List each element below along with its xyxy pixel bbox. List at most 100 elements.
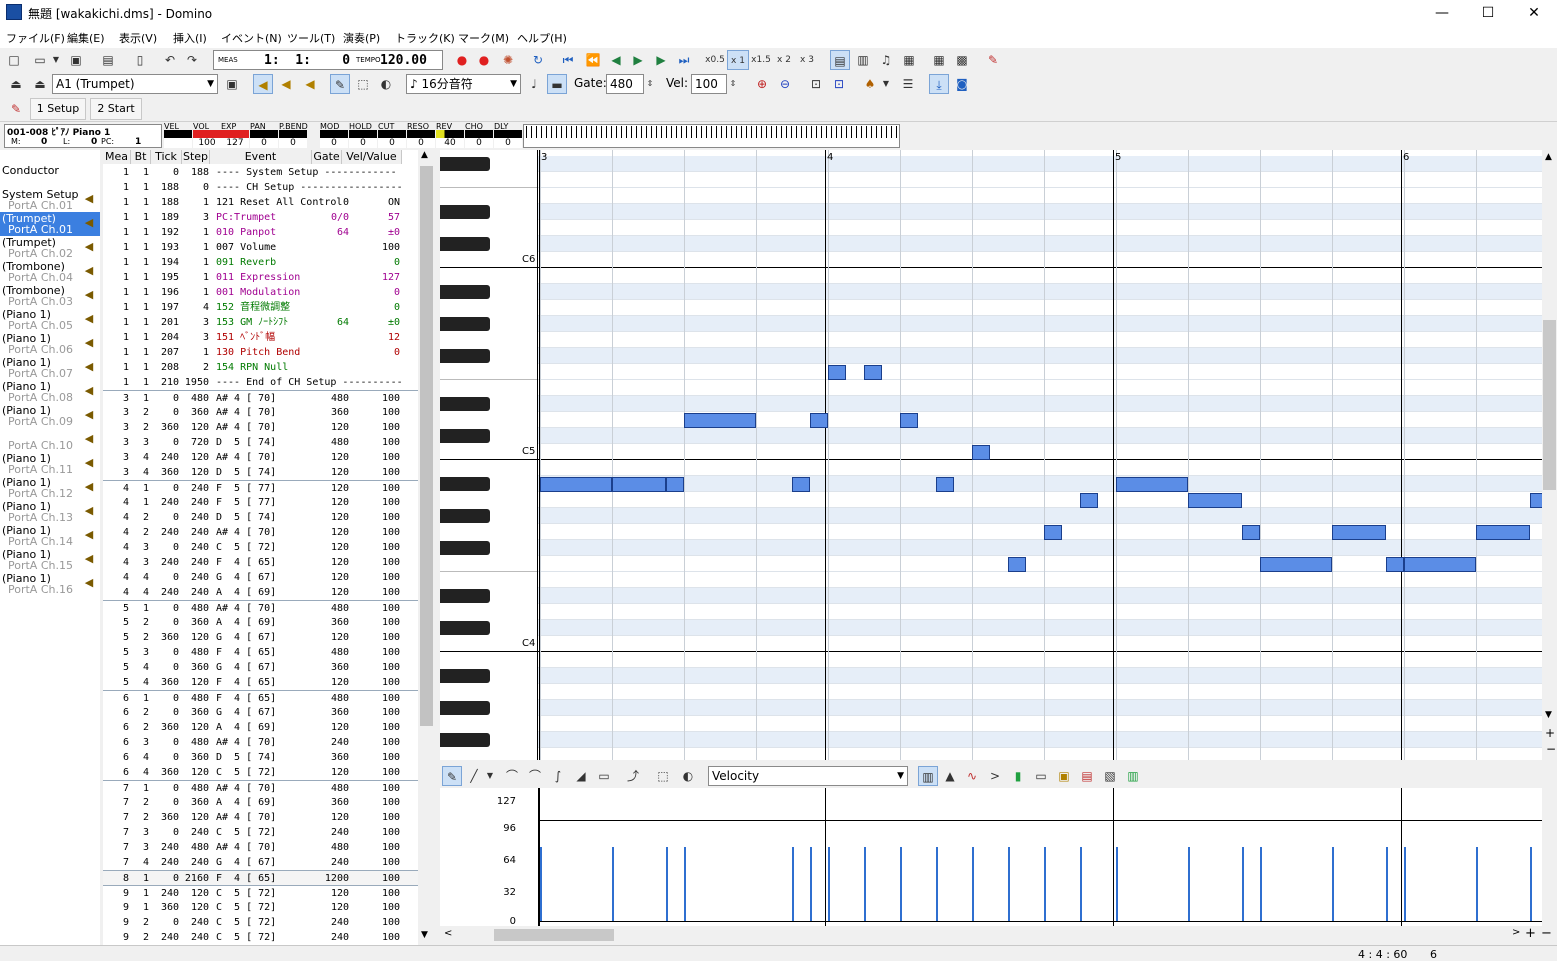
black-key[interactable] <box>440 477 490 491</box>
black-key[interactable] <box>440 429 490 443</box>
track-item[interactable]: (Trumpet) PortA Ch.01 ◀ <box>0 212 100 236</box>
speaker-icon[interactable]: ◀ <box>81 527 97 543</box>
select-rect-icon[interactable]: ⬚ <box>653 766 673 786</box>
black-key[interactable] <box>440 349 490 363</box>
event-row[interactable]: 3 2 360 120 A# 4 [ 70] 120 100 <box>103 420 418 435</box>
speaker-icon[interactable]: ◀ <box>81 479 97 495</box>
line-icon[interactable]: ╱ <box>464 766 484 786</box>
list-view-icon[interactable]: ▤ <box>830 50 850 70</box>
event-column-header[interactable]: Vel/Value <box>342 150 402 164</box>
track-item[interactable]: (Piano 1) PortA Ch.15 ◀ <box>0 548 100 572</box>
note-block[interactable] <box>684 413 756 428</box>
note-block[interactable] <box>1476 525 1530 540</box>
stamp-icon[interactable]: ▲ <box>940 766 960 786</box>
event-column-header[interactable]: Bt <box>131 150 151 164</box>
velocity-bar[interactable] <box>1530 846 1532 921</box>
velocity-bar[interactable] <box>936 846 938 921</box>
limit-icon[interactable]: ▤ <box>1077 766 1097 786</box>
velocity-pane[interactable]: 127 96 64 32 0 <box>440 788 1542 927</box>
event-list-scrollbar[interactable]: ▲ ▼ <box>418 150 435 945</box>
solo-icon[interactable]: ◀ <box>276 74 296 94</box>
event-row[interactable]: 1 1 189 3 PC:Trumpet 0/0 57 <box>103 210 418 225</box>
event-row[interactable]: 6 4 360 120 C 5 [ 72] 120 100 <box>103 765 418 780</box>
menu-insert[interactable]: 挿入(I) <box>173 30 207 46</box>
velocity-bar[interactable] <box>900 846 902 921</box>
note-block[interactable] <box>1332 525 1386 540</box>
event-row[interactable]: 1 1 194 1 091 Reverb 0 <box>103 255 418 270</box>
pencil-icon[interactable]: ✎ <box>442 766 462 786</box>
event-column-header[interactable]: Mea <box>103 150 131 164</box>
event-row[interactable]: 1 1 207 1 130 Pitch Bend 0 <box>103 345 418 360</box>
note-block[interactable] <box>1242 525 1260 540</box>
tab-menu-icon[interactable]: ✎ <box>6 99 26 119</box>
event-row[interactable]: 4 1 240 240 F 5 [ 77] 120 100 <box>103 495 418 510</box>
menu-help[interactable]: ヘルプ(H) <box>517 30 567 46</box>
scroll-thumb[interactable] <box>420 166 433 726</box>
scale-icon[interactable]: ▧ <box>1100 766 1120 786</box>
event-row[interactable]: 5 2 360 120 G 4 [ 67] 120 100 <box>103 630 418 645</box>
window-icon[interactable]: ▦ <box>899 50 919 70</box>
event-row[interactable]: 3 2 0 360 A# 4 [ 70] 360 100 <box>103 405 418 420</box>
velocity-bar[interactable] <box>612 846 614 921</box>
speaker-icon[interactable]: ◀ <box>81 383 97 399</box>
quantize-icon[interactable]: ♠ <box>860 74 880 94</box>
black-key[interactable] <box>440 669 490 683</box>
event-row[interactable]: 6 1 0 480 F 4 [ 65] 480 100 <box>103 690 418 705</box>
velocity-bar[interactable] <box>1242 846 1244 921</box>
control-param-select[interactable]: Velocity ▼ <box>708 766 908 786</box>
black-key[interactable] <box>440 621 490 635</box>
track-item[interactable]: (Piano 1) PortA Ch.14 ◀ <box>0 524 100 548</box>
rewind-icon[interactable]: ⏪ <box>583 50 603 70</box>
ruler-icon[interactable]: ▭ <box>594 766 614 786</box>
note-block[interactable] <box>936 477 954 492</box>
note-block[interactable] <box>1386 557 1404 572</box>
velocity-bar[interactable] <box>1044 846 1046 921</box>
meter2-icon[interactable]: ▥ <box>1123 766 1143 786</box>
speaker-icon[interactable]: ◀ <box>81 335 97 351</box>
speed-x1[interactable]: x 1 <box>727 50 749 70</box>
track-item[interactable]: PortA Ch.10 ◀ <box>0 428 100 452</box>
scroll-thumb[interactable] <box>494 929 614 941</box>
grid-icon[interactable]: ▦ <box>929 50 949 70</box>
event-row[interactable]: 6 2 360 120 A 4 [ 69] 120 100 <box>103 720 418 735</box>
note-block[interactable] <box>1080 493 1098 508</box>
close-button[interactable]: ✕ <box>1511 0 1557 26</box>
compare-icon[interactable]: > <box>985 766 1005 786</box>
event-row[interactable]: 1 1 0 188 ---- System Setup ------------ <box>103 165 418 180</box>
level-icon[interactable]: ▮ <box>1008 766 1028 786</box>
track-item[interactable]: (Piano 1) PortA Ch.07 ◀ <box>0 356 100 380</box>
note-block[interactable] <box>828 365 846 380</box>
select-rect-icon[interactable]: ⬚ <box>353 74 373 94</box>
piano-view-icon[interactable]: ▥ <box>853 50 873 70</box>
loop-icon[interactable]: ↻ <box>528 50 548 70</box>
tune-icon[interactable]: ♫ <box>876 50 896 70</box>
event-list[interactable]: Mea Bt Tick Step Event Gate Vel/Value 1 1 0 188 ---… <box>103 150 418 945</box>
panic-icon[interactable]: ✺ <box>498 50 518 70</box>
mute-icon[interactable]: ◀ <box>300 74 320 94</box>
pencil-icon[interactable]: ✎ <box>330 74 350 94</box>
menu-track[interactable]: トラック(K) <box>395 30 455 46</box>
velocity-bar[interactable] <box>1404 846 1406 921</box>
velocity-bar[interactable] <box>810 846 812 921</box>
event-row[interactable]: 4 3 240 240 F 4 [ 65] 120 100 <box>103 555 418 570</box>
event-row[interactable]: 8 1 0 2160 F 4 [ 65] 1200 100 <box>103 870 418 885</box>
line-dropdown-icon[interactable]: ▼ <box>484 766 496 786</box>
event-row[interactable]: 1 1 188 0 ---- CH Setup ----------------- <box>103 180 418 195</box>
event-row[interactable]: 5 1 0 480 A# 4 [ 70] 480 100 <box>103 600 418 615</box>
note-block[interactable] <box>1260 557 1332 572</box>
scroll-down-icon[interactable]: ▼ <box>1545 710 1552 720</box>
event-row[interactable]: 1 1 193 1 007 Volume 100 <box>103 240 418 255</box>
save-icon[interactable]: ▣ <box>66 50 86 70</box>
event-row[interactable]: 3 1 0 480 A# 4 [ 70] 480 100 <box>103 390 418 405</box>
track-item[interactable]: (Piano 1) PortA Ch.08 ◀ <box>0 380 100 404</box>
note-block[interactable] <box>1008 557 1026 572</box>
forward-icon[interactable]: ▶ <box>651 50 671 70</box>
event-row[interactable]: 9 1 240 120 C 5 [ 72] 120 100 <box>103 885 418 900</box>
black-key[interactable] <box>440 397 490 411</box>
record-icon[interactable]: ● <box>452 50 472 70</box>
event-row[interactable]: 1 1 208 2 154 RPN Null <box>103 360 418 375</box>
event-column-header[interactable]: Event <box>210 150 312 164</box>
play-icon[interactable]: ▶ <box>628 50 648 70</box>
event-row[interactable]: 1 1 201 3 153 GM ﾉｰﾄｼﾌﾄ 64 ±0 <box>103 315 418 330</box>
curve1-icon[interactable]: ⌒ <box>502 766 522 786</box>
